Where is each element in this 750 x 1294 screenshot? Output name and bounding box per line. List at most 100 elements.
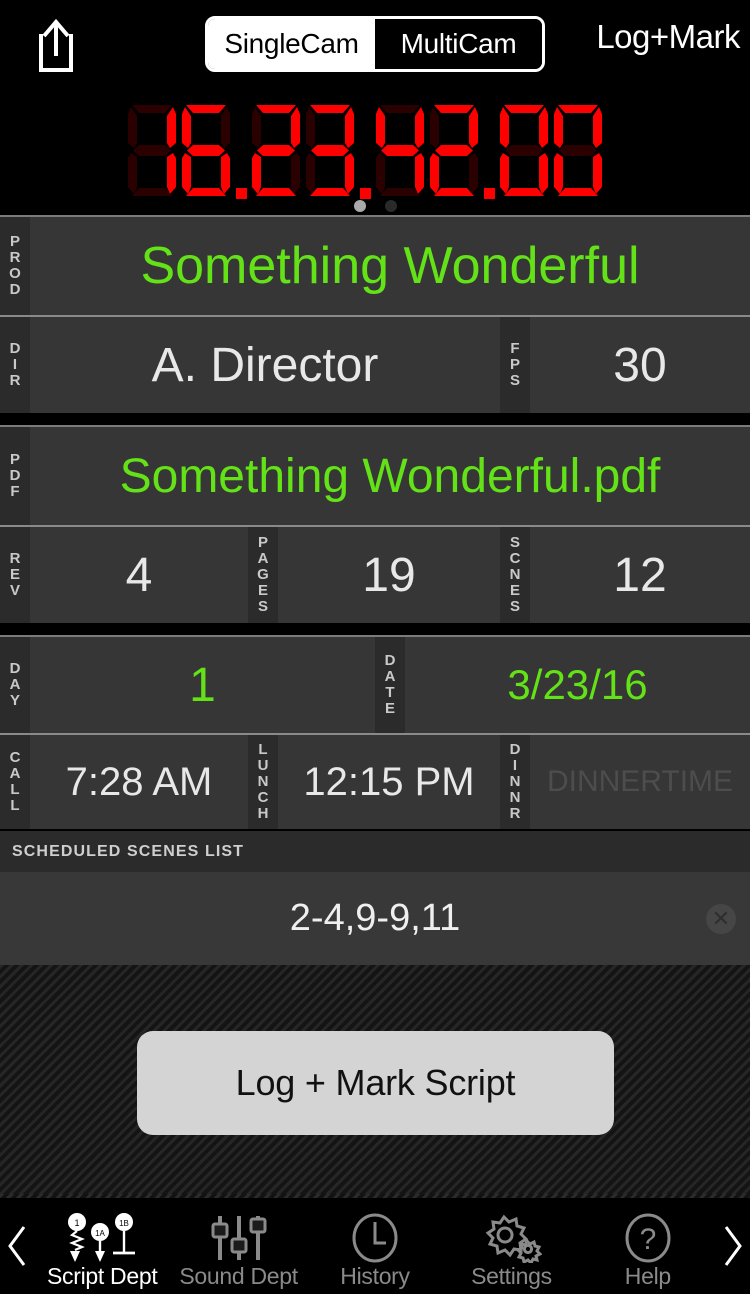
segment-multicam[interactable]: MultiCam (375, 19, 542, 69)
label-scnes-l4: E (509, 582, 520, 599)
label-date-l1: D (384, 652, 396, 669)
row-pdf[interactable]: P D F Something Wonderful.pdf (0, 427, 750, 525)
page-dot-2[interactable] (384, 200, 397, 212)
label-scnes-l2: C (509, 550, 521, 567)
value-day[interactable]: 1 (30, 637, 375, 733)
chevron-left-glyph (8, 1226, 26, 1266)
tab-history-label: History (340, 1263, 410, 1289)
label-scnes: S C N E S (500, 527, 530, 623)
label-prod-l4: D (9, 281, 21, 298)
question-circle-icon: ? (622, 1213, 674, 1263)
camera-mode-segmented-control[interactable]: SingleCam MultiCam (205, 16, 545, 72)
row-dir-fps[interactable]: D I R A. Director F P S 30 (0, 315, 750, 413)
label-pdf: P D F (0, 427, 30, 525)
label-lunch-l3: N (257, 773, 269, 790)
label-dir-l1: D (9, 340, 21, 357)
value-call[interactable]: 7:28 AM (30, 735, 248, 829)
label-date: D A T E (375, 637, 405, 733)
label-rev-l3: V (9, 582, 20, 599)
scheduled-scenes-field[interactable]: 2-4,9-9,11 ✕ (0, 872, 750, 965)
label-lunch-l4: C (257, 789, 269, 806)
chevron-right-icon[interactable] (716, 1198, 750, 1294)
row-prod[interactable]: P R O D Something Wonderful (0, 217, 750, 315)
question-circle-glyph: ? (625, 1213, 671, 1263)
value-fps[interactable]: 30 (530, 317, 750, 413)
label-day: D A Y (0, 637, 30, 733)
value-dinnr[interactable]: DINNERTIME (530, 735, 750, 829)
row-rev-pages-scnes[interactable]: R E V 4 P A G E S 19 S C N E S 12 (0, 525, 750, 623)
label-day-l1: D (9, 660, 21, 677)
timecode-digit-7 (430, 105, 478, 196)
tab-history[interactable]: History (307, 1198, 443, 1294)
sliders-icon (210, 1213, 268, 1263)
production-card: P R O D Something Wonderful D I R A. Dir… (0, 215, 750, 413)
label-prod: P R O D (0, 217, 30, 315)
tab-sound-dept[interactable]: Sound Dept (170, 1198, 306, 1294)
tab-script-dept[interactable]: 1 1A 1B Script Dept (34, 1198, 170, 1294)
gears-glyph (486, 1214, 543, 1263)
label-fps-l2: P (509, 356, 520, 373)
label-dir: D I R (0, 317, 30, 413)
tab-settings[interactable]: Settings (443, 1198, 579, 1294)
label-date-l2: A (384, 668, 396, 685)
timecode-display[interactable] (125, 102, 605, 199)
value-pages[interactable]: 19 (278, 527, 500, 623)
segment-singlecam[interactable]: SingleCam (208, 19, 375, 69)
log-mark-script-button[interactable]: Log + Mark Script (137, 1031, 614, 1135)
svg-text:1A: 1A (95, 1229, 105, 1238)
label-dinnr: D I N N R (500, 735, 530, 829)
sliders-glyph (211, 1216, 267, 1260)
clear-icon[interactable]: ✕ (706, 903, 736, 934)
label-prod-l1: P (9, 233, 20, 250)
svg-text:?: ? (639, 1223, 656, 1256)
row-day-date[interactable]: D A Y 1 D A T E 3/23/16 (0, 637, 750, 733)
label-pages-l1: P (257, 534, 268, 551)
timecode-area[interactable] (0, 88, 750, 213)
row-call-lunch-dinnr[interactable]: C A L L 7:28 AM L U N C H 12:15 PM D I N… (0, 733, 750, 829)
label-pages: P A G E S (248, 527, 278, 623)
label-rev: R E V (0, 527, 30, 623)
label-fps: F P S (500, 317, 530, 413)
script-marks-glyph: 1 1A 1B (68, 1213, 136, 1262)
chevron-left-icon[interactable] (0, 1198, 34, 1294)
label-lunch-l2: U (257, 757, 269, 774)
share-icon[interactable] (25, 12, 87, 76)
label-day-l2: A (9, 676, 21, 693)
value-lunch[interactable]: 12:15 PM (278, 735, 500, 829)
clock-icon (349, 1213, 401, 1263)
label-rev-l2: E (9, 566, 20, 583)
script-card: P D F Something Wonderful.pdf R E V 4 P … (0, 425, 750, 623)
label-date-l3: T (385, 684, 395, 701)
top-bar: SingleCam MultiCam Log+Mark (0, 0, 750, 88)
timecode-digit-4 (306, 105, 354, 196)
label-dir-l3: R (9, 372, 21, 389)
svg-text:1B: 1B (119, 1219, 129, 1228)
label-pages-l4: E (257, 582, 268, 599)
app-root: SingleCam MultiCam Log+Mark P R O D Some… (0, 0, 750, 1294)
label-fps-l1: F (510, 340, 520, 357)
page-dot-1[interactable] (353, 200, 366, 212)
tab-sound-dept-label: Sound Dept (179, 1263, 298, 1289)
value-date[interactable]: 3/23/16 (405, 637, 750, 733)
label-date-l4: E (384, 700, 395, 717)
label-call: C A L L (0, 735, 30, 829)
timecode-digit-10 (554, 105, 602, 196)
tab-settings-label: Settings (471, 1263, 552, 1289)
tab-help[interactable]: ? Help (580, 1198, 716, 1294)
share-icon-glyph (39, 18, 73, 72)
value-pdf[interactable]: Something Wonderful.pdf (30, 427, 750, 525)
label-pages-l5: S (257, 598, 268, 615)
value-scnes[interactable]: 12 (530, 527, 750, 623)
value-rev[interactable]: 4 (30, 527, 248, 623)
label-dir-l2: I (12, 356, 18, 373)
timecode-separator (357, 102, 373, 199)
label-pages-l3: G (257, 566, 269, 583)
gears-icon (480, 1213, 543, 1263)
value-prod[interactable]: Something Wonderful (30, 217, 750, 315)
value-dir[interactable]: A. Director (30, 317, 500, 413)
timecode-separator (481, 102, 497, 199)
page-dots[interactable] (0, 200, 750, 212)
label-prod-l3: O (9, 265, 21, 282)
scheduled-scenes-value[interactable]: 2-4,9-9,11 (290, 897, 460, 940)
label-scnes-l5: S (509, 598, 520, 615)
